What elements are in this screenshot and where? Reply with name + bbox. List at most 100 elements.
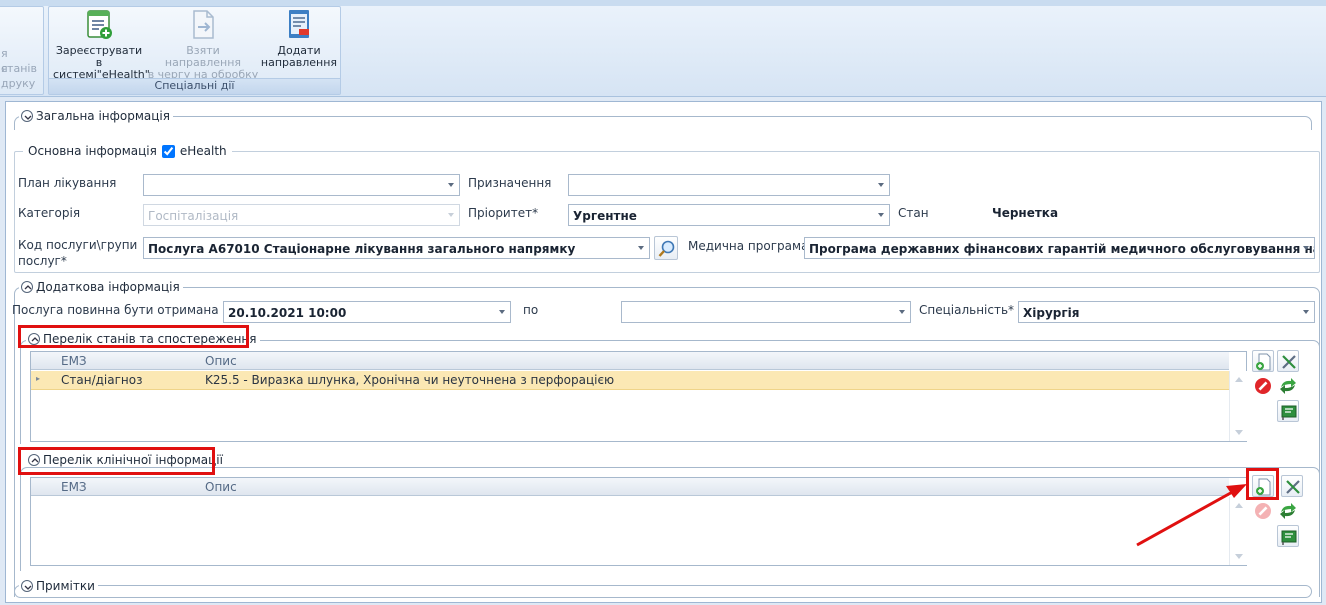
add-referral-button[interactable]: Додати направлення	[257, 9, 341, 69]
notes-title: Примітки	[36, 579, 95, 593]
dropdown-arrow-icon	[638, 246, 644, 250]
scroll-down-icon[interactable]	[1235, 430, 1243, 435]
tools-icon	[1286, 480, 1300, 494]
service-label-line-2: послуг*	[18, 254, 67, 268]
conditions-refresh-button[interactable]	[1277, 375, 1299, 397]
clinical-edit-button[interactable]	[1281, 475, 1303, 497]
referral-form: Загальна інформація Основна інформація e…	[5, 101, 1322, 603]
highlight-box-clinical	[18, 447, 215, 475]
state-label: Стан	[898, 206, 929, 220]
conditions-flag-button[interactable]	[1277, 400, 1299, 422]
from-date-value: 20.10.2021 10:00	[228, 306, 347, 320]
col-desc: Опис	[205, 354, 237, 368]
specialty-value: Хірургія	[1023, 306, 1080, 320]
ribbon: я станів я друку Зареєструвати в системі…	[0, 6, 1326, 97]
purpose-label: Призначення	[468, 176, 552, 190]
specialty-select[interactable]: Хірургія	[1018, 301, 1315, 323]
state-value: Чернетка	[992, 206, 1059, 220]
clinical-grid[interactable]: ЕМЗ Опис	[30, 477, 1247, 566]
service-search-button[interactable]	[654, 236, 678, 260]
queue-referral-button[interactable]: Взяти направлення в чергу на обробку	[147, 9, 259, 81]
ehealth-label: eHealth	[179, 144, 227, 158]
flag-icon	[1281, 530, 1297, 545]
expand-chevron-icon[interactable]	[21, 110, 33, 122]
ribbon-group-caption: Спеціальні дії	[49, 78, 340, 94]
add-referral-label-2: направлення	[260, 56, 338, 69]
notes-header[interactable]: Примітки	[19, 579, 98, 593]
general-section-title: Загальна інформація	[36, 109, 170, 123]
program-value: Програма державних фінансових гарантій м…	[809, 242, 1314, 256]
row-desc: K25.5 - Виразка шлунка, Хронічна чи неут…	[205, 373, 615, 387]
dropdown-arrow-icon	[448, 183, 454, 187]
magnifier-icon	[658, 240, 675, 257]
notes-frame	[14, 585, 1312, 598]
highlight-box-add-button	[1246, 468, 1279, 500]
queue-referral-icon	[187, 9, 219, 41]
register-ehealth-icon	[83, 9, 115, 41]
col-emz: ЕМЗ	[61, 354, 87, 368]
clinical-delete-button[interactable]	[1252, 500, 1274, 522]
general-section-header[interactable]: Загальна інформація	[19, 109, 173, 123]
priority-label: Пріоритет*	[468, 206, 539, 220]
add-referral-icon	[283, 9, 315, 41]
clinical-refresh-button[interactable]	[1277, 500, 1299, 522]
dropdown-arrow-icon	[878, 213, 884, 217]
refresh-icon	[1280, 378, 1296, 394]
scroll-up-icon[interactable]	[1235, 377, 1243, 382]
additional-info-header[interactable]: Додаткова інформація	[19, 280, 183, 294]
conditions-scrollbar[interactable]	[1229, 371, 1247, 441]
service-label-line-1: Код послуги\групи	[18, 238, 138, 252]
ehealth-checkbox[interactable]	[161, 144, 175, 158]
col-emz: ЕМЗ	[61, 480, 87, 494]
conditions-delete-button[interactable]	[1252, 375, 1274, 397]
from-date-select[interactable]: 20.10.2021 10:00	[223, 301, 511, 323]
scroll-up-icon[interactable]	[1235, 503, 1243, 508]
category-select: Госпіталізація	[143, 204, 460, 226]
delete-icon	[1255, 503, 1271, 519]
collapse-chevron-icon[interactable]	[21, 281, 33, 293]
expand-chevron-icon[interactable]	[21, 580, 33, 592]
conditions-grid-header: ЕМЗ Опис	[31, 352, 1229, 370]
clinical-grid-header: ЕМЗ Опис	[31, 478, 1229, 496]
register-ehealth-button[interactable]: Зареєструвати в системі"eHealth"	[53, 9, 150, 81]
row-emz: Стан/діагноз	[61, 373, 143, 387]
to-date-select[interactable]	[621, 301, 911, 323]
clinical-flag-button[interactable]	[1277, 525, 1299, 547]
plan-label: План лікування	[18, 176, 117, 190]
dropdown-arrow-icon	[499, 310, 505, 314]
register-ehealth-label-1: Зареєструвати в	[55, 44, 143, 69]
scroll-down-icon[interactable]	[1235, 554, 1243, 559]
dropdown-arrow-icon	[1303, 246, 1309, 250]
plan-select[interactable]	[143, 174, 460, 196]
delete-icon	[1255, 378, 1271, 394]
basic-info-header: Основна інформація eHealth	[23, 144, 232, 158]
to-label: по	[523, 303, 539, 317]
tools-icon	[1282, 355, 1296, 369]
basic-info-title: Основна інформація	[28, 144, 157, 158]
service-value: Послуга А67010 Стаціонарне лікування заг…	[148, 242, 576, 256]
conditions-edit-button[interactable]	[1277, 350, 1299, 372]
table-row[interactable]: ▸ Стан/діагноз K25.5 - Виразка шлунка, Х…	[31, 371, 1229, 390]
dropdown-arrow-icon	[1303, 310, 1309, 314]
clinical-scrollbar[interactable]	[1229, 497, 1247, 565]
category-label: Категорія	[18, 206, 81, 220]
highlight-box-conditions	[18, 325, 249, 348]
service-select[interactable]: Послуга А67010 Стаціонарне лікування заг…	[143, 237, 650, 259]
refresh-icon	[1280, 503, 1296, 519]
col-desc: Опис	[205, 480, 237, 494]
priority-select[interactable]: Ургентне	[568, 204, 890, 226]
add-document-icon	[1256, 353, 1271, 371]
program-select[interactable]: Програма державних фінансових гарантій м…	[804, 237, 1315, 259]
priority-value: Ургентне	[573, 209, 637, 223]
queue-referral-label-1: Взяти направлення	[164, 44, 242, 69]
category-value: Госпіталізація	[148, 209, 239, 223]
conditions-add-button[interactable]	[1252, 350, 1274, 372]
conditions-grid[interactable]: ЕМЗ Опис ▸ Стан/діагноз K25.5 - Виразка …	[30, 351, 1247, 442]
additional-info-title: Додаткова інформація	[36, 280, 180, 294]
flag-icon	[1281, 405, 1297, 420]
ribbon-group-special-actions: Зареєструвати в системі"eHealth" Взяти н…	[48, 6, 341, 95]
dropdown-arrow-icon	[899, 310, 905, 314]
general-section-frame	[14, 116, 1312, 130]
purpose-select[interactable]	[568, 174, 890, 196]
dropdown-arrow-icon	[448, 213, 454, 217]
